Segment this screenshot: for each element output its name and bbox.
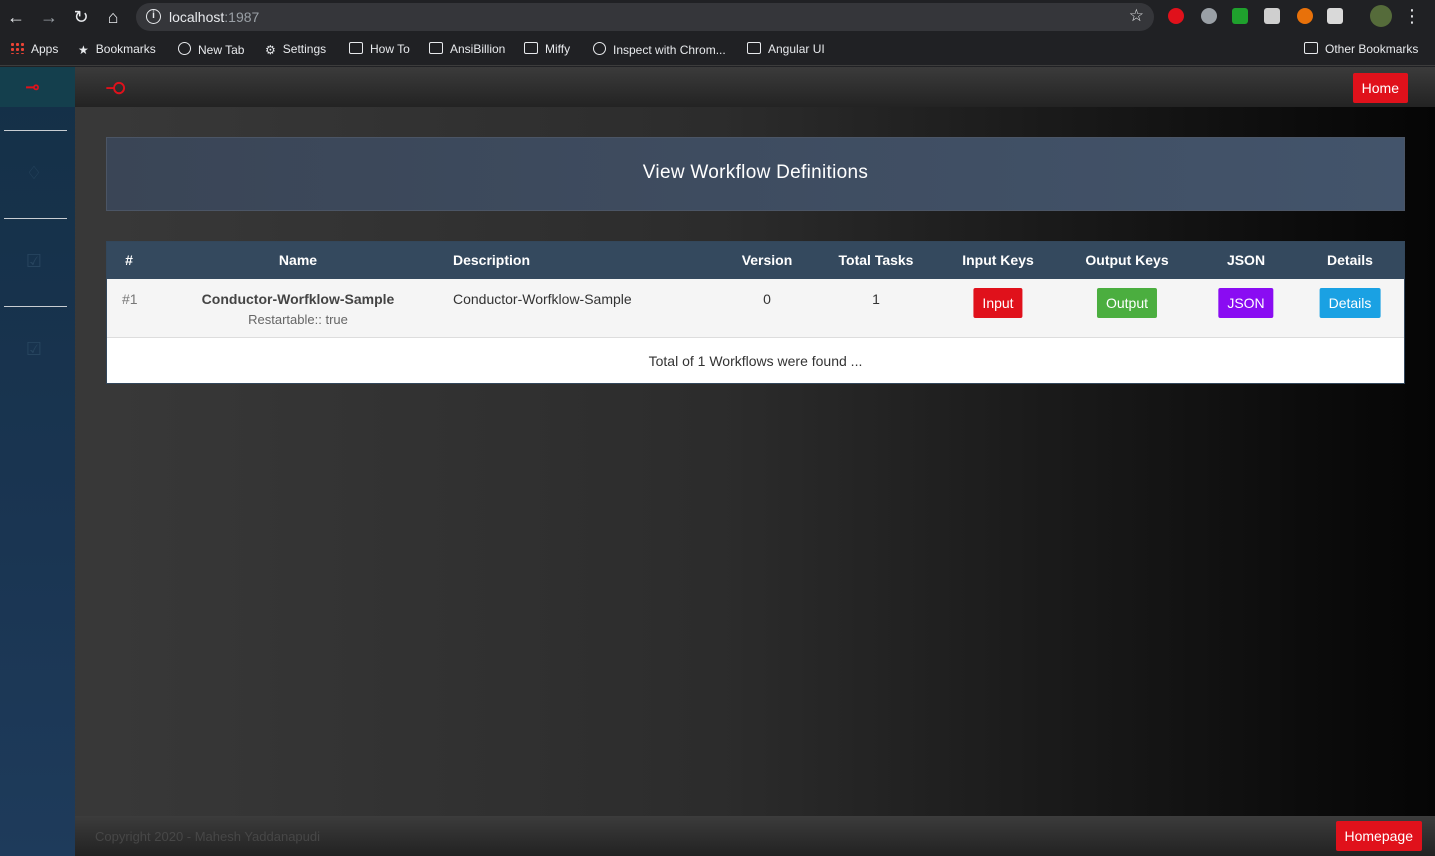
home-button[interactable]: Home	[1352, 73, 1408, 103]
folder-icon	[747, 42, 761, 54]
sidebar-divider	[4, 130, 67, 131]
extension-cors-icon[interactable]	[1232, 8, 1248, 24]
folder-icon	[429, 42, 443, 54]
header-index: #	[125, 252, 133, 268]
header-json: JSON	[1226, 252, 1266, 268]
bookmark-angular-ui[interactable]: Angular UI	[747, 42, 825, 56]
table-row: #1 Conductor-Worfklow-Sample Restartable…	[107, 279, 1404, 338]
header-description: Description	[453, 252, 531, 268]
browser-toolbar: ← → ↻ ⌂ i localhost:1987 ☆ ⋮	[0, 0, 1435, 34]
search-icon[interactable]: ⚲	[103, 80, 129, 96]
sidebar: ⊸ ♢ ☑ ☑	[0, 67, 75, 856]
bookmark-other[interactable]: Other Bookmarks	[1304, 42, 1418, 56]
bookmarks-bar: Apps ★ Bookmarks New Tab ⚙ Settings How To…	[0, 34, 1435, 66]
back-arrow-icon[interactable]: ←	[4, 5, 28, 29]
app-header: ⚲ Home	[75, 67, 1435, 107]
table-header: # Name Description Version Total Tasks I…	[107, 242, 1404, 279]
extension-fox-icon[interactable]	[1297, 8, 1313, 24]
browser-menu-icon[interactable]: ⋮	[1403, 6, 1421, 26]
bookmark-miffy[interactable]: Miffy	[524, 42, 570, 56]
header-name: Name	[278, 252, 318, 268]
row-index: #1	[122, 291, 138, 307]
bookmark-new-tab[interactable]: New Tab	[178, 42, 244, 57]
extension-json-icon[interactable]	[1264, 8, 1280, 24]
workflow-description: Conductor-Worfklow-Sample	[453, 291, 632, 307]
address-bar[interactable]: i localhost:1987 ☆	[136, 3, 1154, 31]
url-text[interactable]: localhost:1987	[169, 9, 259, 25]
extension-shield-icon[interactable]	[1201, 8, 1217, 24]
bookmark-how-to[interactable]: How To	[349, 42, 410, 56]
bookmark-inspect[interactable]: Inspect with Chrom...	[593, 42, 726, 57]
checklist-icon[interactable]: ☑	[24, 339, 44, 359]
header-input-keys: Input Keys	[962, 252, 1034, 268]
bookmark-apps[interactable]: Apps	[10, 42, 58, 56]
input-button[interactable]: Input	[973, 288, 1023, 318]
bookmark-bookmarks[interactable]: ★ Bookmarks	[78, 42, 156, 57]
homepage-button[interactable]: Homepage	[1335, 821, 1422, 851]
bell-icon[interactable]: ♢	[24, 163, 44, 183]
forward-arrow-icon[interactable]: →	[37, 5, 61, 29]
header-details: Details	[1327, 252, 1373, 268]
profile-avatar[interactable]	[1370, 5, 1392, 27]
sidebar-logo[interactable]: ⊸	[0, 67, 75, 107]
folder-icon	[349, 42, 363, 54]
folder-icon	[1304, 42, 1318, 54]
gear-icon: ⚙	[265, 43, 276, 57]
page-content: ⊸ ♢ ☑ ☑ ⚲ Home View Workflow Definitions…	[0, 67, 1435, 856]
page-footer: Copyright 2020 - Mahesh Yaddanapudi Home…	[75, 816, 1435, 856]
checklist-icon[interactable]: ☑	[24, 251, 44, 271]
site-info-icon[interactable]: i	[146, 9, 161, 24]
bookmark-settings[interactable]: ⚙ Settings	[265, 42, 326, 57]
title-banner: View Workflow Definitions	[106, 137, 1405, 211]
workflow-table: # Name Description Version Total Tasks I…	[106, 241, 1405, 384]
globe-icon	[593, 42, 606, 55]
apps-grid-icon	[10, 42, 24, 54]
sidebar-divider	[4, 306, 67, 307]
home-icon[interactable]: ⌂	[101, 5, 125, 29]
bookmark-ansibillion[interactable]: AnsiBillion	[429, 42, 505, 56]
header-output-keys: Output Keys	[1085, 252, 1169, 268]
folder-icon	[524, 42, 538, 54]
reload-icon[interactable]: ↻	[69, 5, 93, 29]
output-button[interactable]: Output	[1096, 288, 1158, 318]
copyright-text: Copyright 2020 - Mahesh Yaddanapudi	[95, 829, 321, 844]
sidebar-divider	[4, 218, 67, 219]
workflow-version: 0	[763, 291, 771, 307]
globe-icon	[178, 42, 191, 55]
json-button[interactable]: JSON	[1218, 288, 1274, 318]
bookmark-star-icon[interactable]: ☆	[1129, 6, 1144, 26]
key-icon: ⊸	[25, 77, 41, 97]
star-icon: ★	[78, 43, 89, 57]
workflow-total-tasks: 1	[872, 291, 880, 307]
header-total-tasks: Total Tasks	[838, 252, 914, 268]
restartable-label: Restartable:: true	[248, 312, 348, 327]
workflow-name: Conductor-Worfklow-Sample	[201, 291, 395, 307]
extension-stop-icon[interactable]	[1168, 8, 1184, 24]
table-summary: Total of 1 Workflows were found ...	[648, 353, 863, 369]
extension-window-icon[interactable]	[1327, 8, 1343, 24]
header-version: Version	[741, 252, 793, 268]
page-title: View Workflow Definitions	[642, 162, 869, 183]
details-button[interactable]: Details	[1319, 288, 1381, 318]
